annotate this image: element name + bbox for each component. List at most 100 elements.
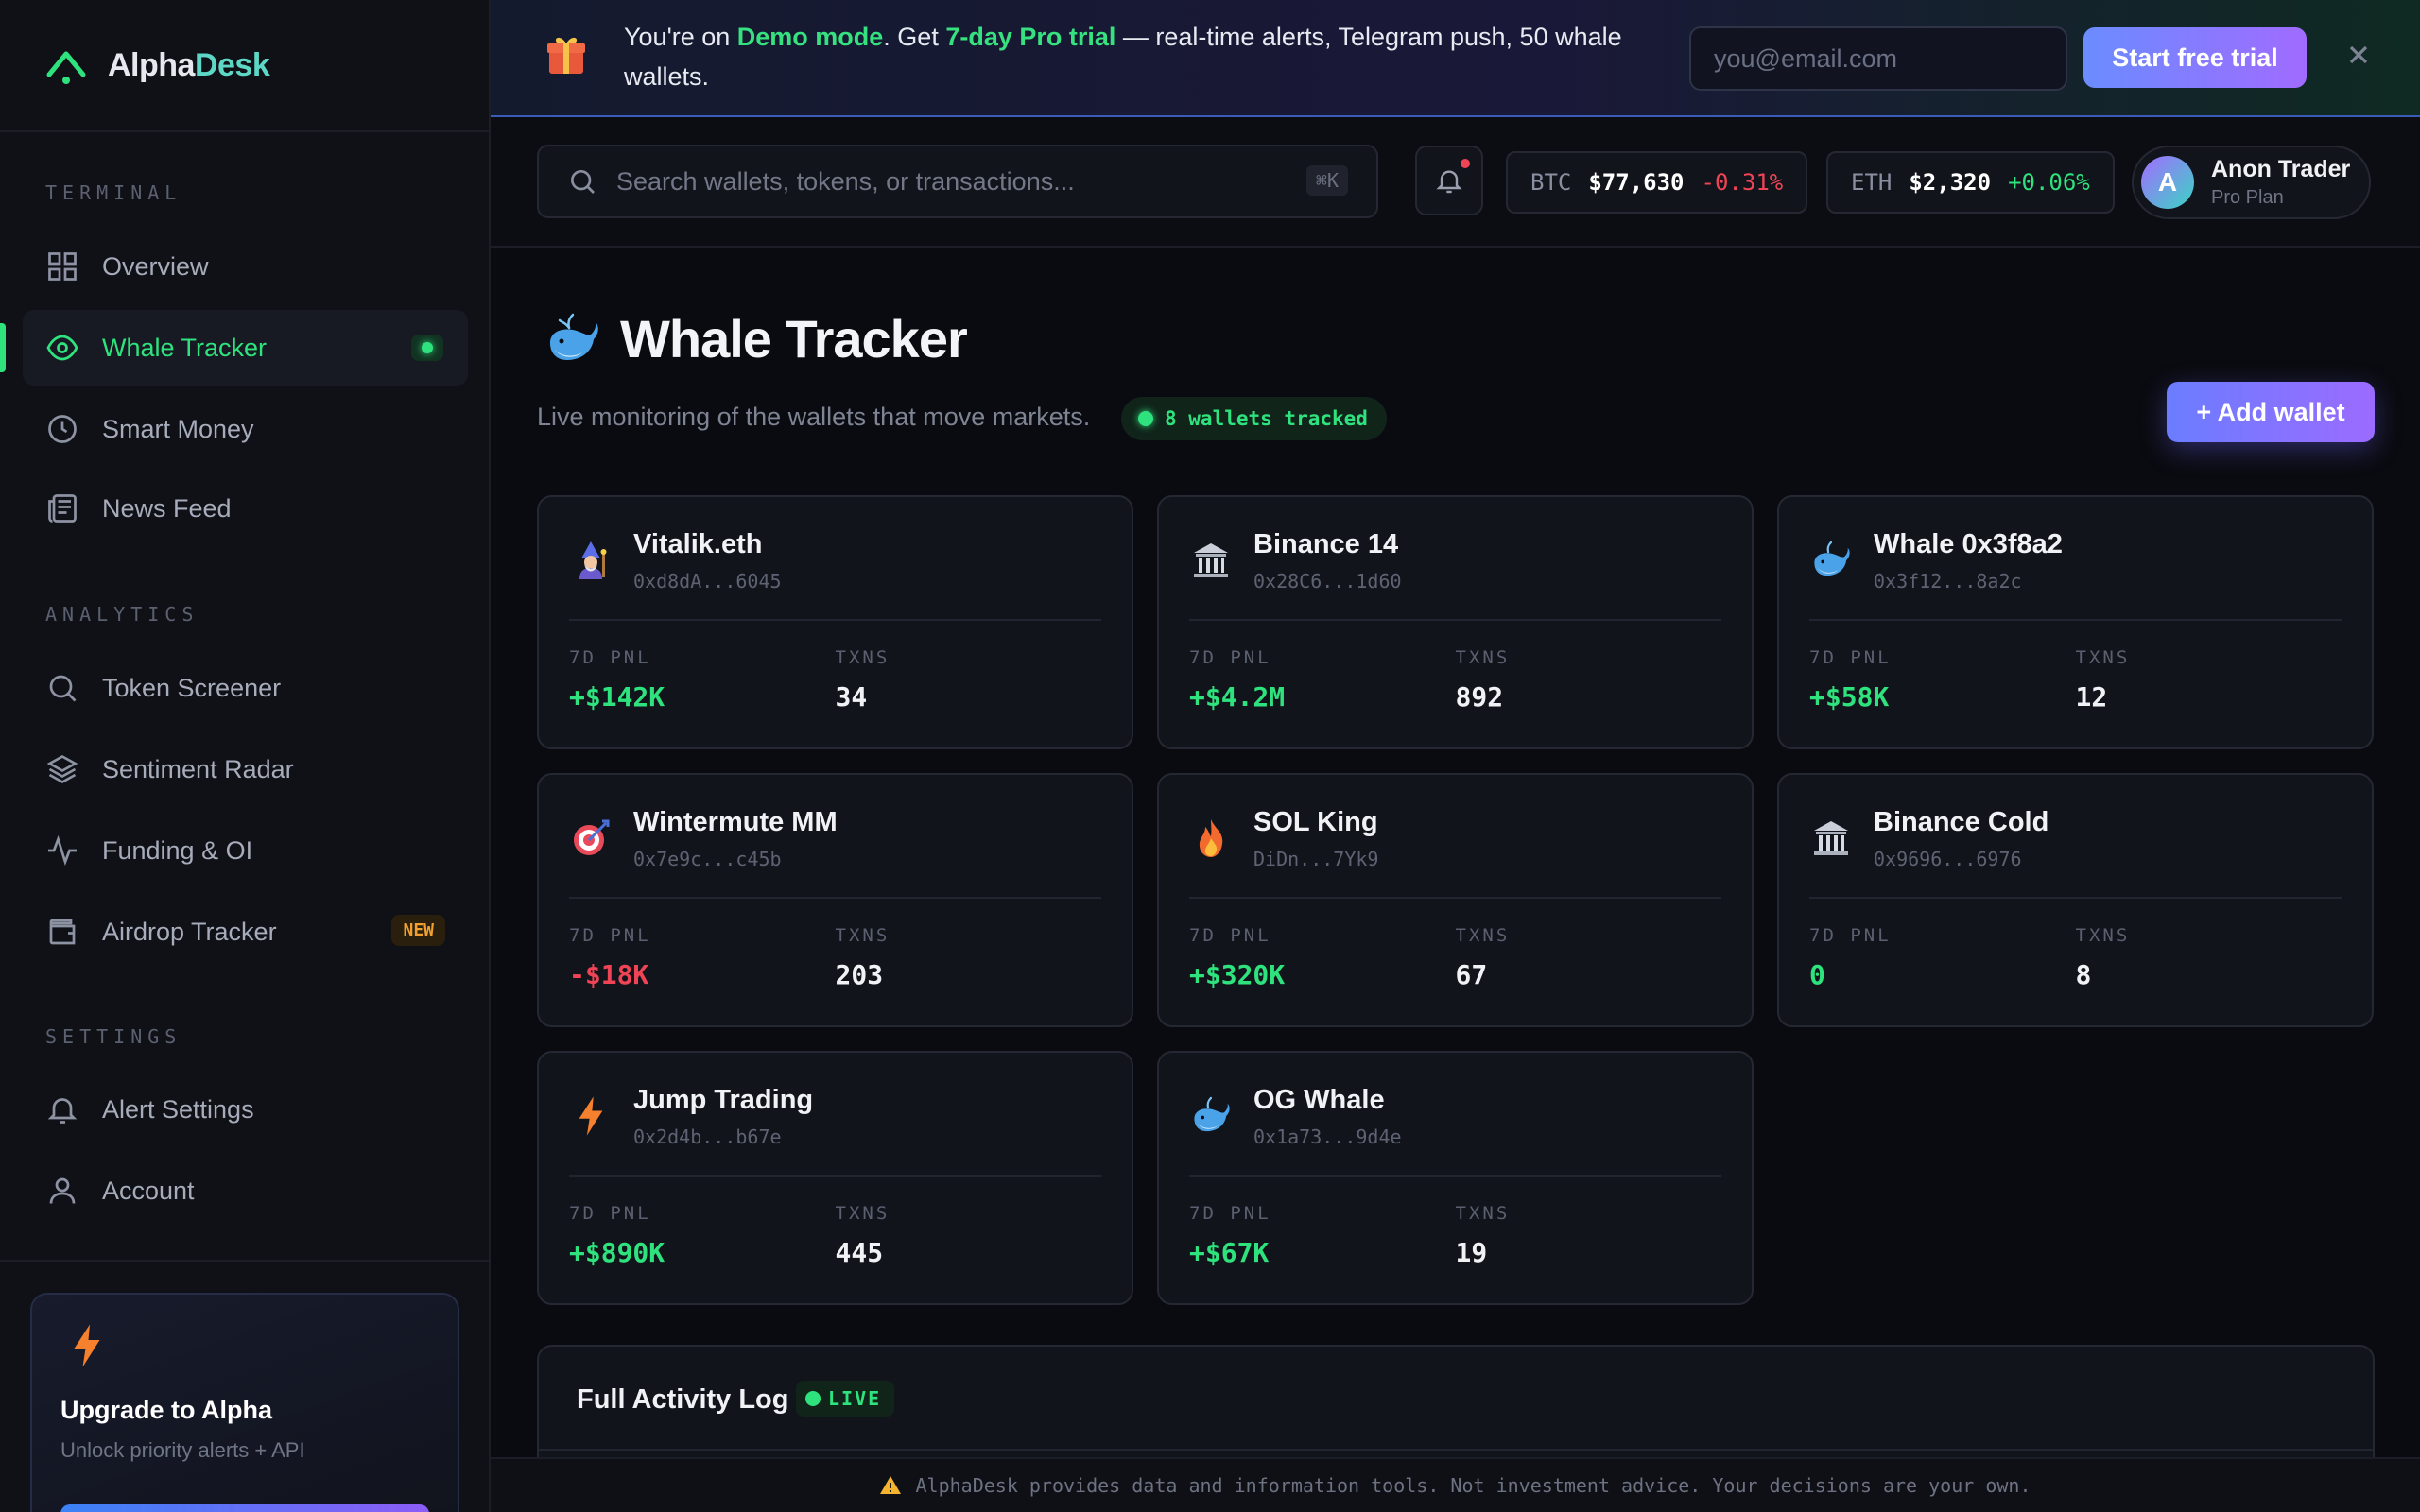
sidebar-item-funding-oi[interactable]: Funding & OI [23,813,468,888]
wallet-grid: Vitalik.eth 0xd8dA...6045 7D PNL +$142K … [537,495,2375,1305]
search-bar[interactable]: ⌘K [537,145,1378,218]
wallet-address: DiDn...7Yk9 [1253,848,1379,870]
ticker-price: $2,320 [1909,169,1992,196]
txns-value: 67 [1455,959,1488,990]
wallet-icon-slot [569,1094,613,1138]
wallet-name: Jump Trading [633,1085,814,1115]
wallets-tracked-badge: 8 wallets tracked [1121,397,1387,440]
notification-dot [1461,159,1470,168]
eye-icon [46,335,78,361]
user-menu[interactable]: A Anon Trader Pro Plan [2132,146,2371,219]
live-indicator [411,335,443,361]
sidebar-item-label: Airdrop Tracker [102,917,277,946]
sidebar-item-account[interactable]: Account [23,1153,468,1228]
ticker-price: $77,630 [1588,169,1685,196]
bolt-icon [579,1096,603,1136]
divider [539,1449,2373,1451]
sidebar-item-label: Account [102,1176,195,1205]
upgrade-card[interactable]: Upgrade to Alpha Unlock priority alerts … [30,1293,459,1512]
fire-icon [1199,819,1223,857]
upgrade-subtitle: Unlock priority alerts + API [60,1438,305,1462]
txns-label: TXNS [1455,647,1511,668]
wallet-name: OG Whale [1253,1085,1385,1115]
wallet-card-whale-0x3f8a2[interactable]: Whale 0x3f8a2 0x3f12...8a2c 7D PNL +$58K… [1777,495,2374,749]
wallet-card-jump-trading[interactable]: Jump Trading 0x2d4b...b67e 7D PNL +$890K… [537,1051,1133,1305]
newspaper-icon [48,494,77,523]
user-name: Anon Trader [2211,156,2351,182]
sidebar-item-smart-money[interactable]: Smart Money [23,391,468,467]
wallets-tracked-label: 8 wallets tracked [1165,407,1368,430]
wallet-card-binance-cold[interactable]: Binance Cold 0x9696...6976 7D PNL 0 TXNS… [1777,773,2374,1027]
upgrade-title: Upgrade to Alpha [60,1396,273,1424]
sidebar-item-airdrop-tracker[interactable]: Airdrop Tracker NEW [23,894,468,970]
avatar: A [2141,156,2194,209]
sidebar-item-label: Overview [102,251,209,281]
pnl-label: 7D PNL [1189,925,1271,946]
sidebar-item-alert-settings[interactable]: Alert Settings [23,1072,468,1147]
wallet-address: 0x7e9c...c45b [633,848,782,870]
wallet-card-binance-14[interactable]: Binance 14 0x28C6...1d60 7D PNL +$4.2M T… [1157,495,1754,749]
pnl-label: 7D PNL [569,647,651,668]
txns-label: TXNS [835,1203,890,1224]
search-input[interactable] [616,166,1278,197]
live-label: LIVE [828,1387,882,1410]
bank-icon [1194,543,1228,577]
pnl-label: 7D PNL [1809,647,1892,668]
sidebar-item-label: News Feed [102,493,232,523]
bell-icon [47,1098,78,1124]
wallet-name: Whale 0x3f8a2 [1874,529,2063,559]
search-shortcut: ⌘K [1305,165,1348,196]
logo-icon [46,51,86,84]
warning-icon [880,1476,902,1494]
wallet-card-vitalik-eth[interactable]: Vitalik.eth 0xd8dA...6045 7D PNL +$142K … [537,495,1133,749]
page-header: Whale Tracker [544,308,968,369]
txns-label: TXNS [1455,925,1511,946]
ticker-symbol: ETH [1851,169,1893,196]
wallet-card-og-whale[interactable]: OG Whale 0x1a73...9d4e 7D PNL +$67K TXNS… [1157,1051,1754,1305]
disclaimer-text: AlphaDesk provides data and information … [915,1474,2031,1497]
pnl-label: 7D PNL [1809,925,1892,946]
banner-trial-highlight: 7-day Pro trial [945,23,1116,51]
sidebar: AlphaDesk TERMINAL Overview Whale Tracke… [0,0,491,1512]
layers-icon [46,754,78,784]
ticker-eth[interactable]: ETH $2,320 +0.06% [1826,151,2115,214]
email-field[interactable] [1689,26,2067,91]
sidebar-item-token-screener[interactable]: Token Screener [23,650,468,726]
sidebar-item-whale-tracker[interactable]: Whale Tracker [0,310,468,386]
sidebar-item-label: Smart Money [102,414,254,443]
upgrade-button[interactable] [60,1504,429,1512]
wallet-card-wintermute-mm[interactable]: Wintermute MM 0x7e9c...c45b 7D PNL -$18K… [537,773,1133,1027]
pnl-value: +$890K [569,1237,666,1268]
ticker-btc[interactable]: BTC $77,630 -0.31% [1506,151,1808,214]
wallet-name: Binance Cold [1874,807,2049,837]
txns-value: 12 [2075,681,2108,713]
sidebar-item-label: Alert Settings [102,1094,254,1124]
live-badge: LIVE [796,1381,895,1417]
wallet-name: SOL King [1253,807,1378,837]
nav-section-analytics: ANALYTICS [45,603,199,626]
sidebar-item-label: Sentiment Radar [102,754,294,783]
wallet-address: 0xd8dA...6045 [633,570,782,593]
wallet-name: Binance 14 [1253,529,1399,559]
start-trial-button[interactable]: Start free trial [2083,27,2307,88]
brand[interactable]: AlphaDesk [0,0,489,132]
live-dot [1138,411,1153,426]
notifications-button[interactable] [1415,146,1483,215]
bell-icon [1436,170,1462,194]
sidebar-item-overview[interactable]: Overview [23,229,468,304]
wallet-address: 0x28C6...1d60 [1253,570,1402,593]
wallet-card-sol-king[interactable]: SOL King DiDn...7Yk9 7D PNL +$320K TXNS … [1157,773,1754,1027]
add-wallet-button[interactable]: + Add wallet [2167,382,2375,442]
wallet-icon [49,919,76,945]
sidebar-item-news-feed[interactable]: News Feed [23,471,468,546]
txns-label: TXNS [2075,925,2131,946]
close-icon[interactable] [2343,40,2374,70]
user-plan: Pro Plan [2211,187,2284,208]
wallet-icon-slot [569,816,613,860]
sidebar-item-label: Token Screener [102,673,282,702]
wallet-address: 0x2d4b...b67e [633,1125,782,1148]
pnl-label: 7D PNL [1189,647,1271,668]
wallet-address: 0x1a73...9d4e [1253,1125,1402,1148]
whale-icon [1194,1096,1230,1132]
sidebar-item-sentiment-radar[interactable]: Sentiment Radar [23,731,468,807]
